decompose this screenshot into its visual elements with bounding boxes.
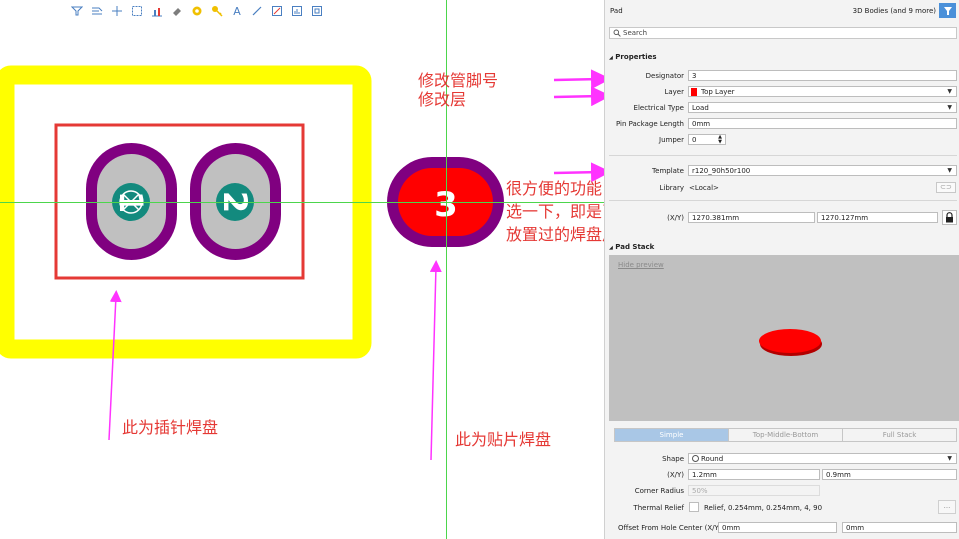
chevron-down-icon: ▼ [947, 88, 952, 95]
jumper-label: Jumper [659, 136, 684, 144]
properties-header[interactable]: ◢ Properties [609, 53, 657, 61]
pad-preview: Hide preview [609, 255, 959, 421]
chevron-down-icon: ▼ [947, 167, 952, 174]
size-xy-label: (X/Y) [667, 471, 684, 479]
designator-input[interactable]: 3 [688, 70, 957, 81]
electrical-type-row: Electrical Type Load ▼ [605, 102, 959, 115]
pad-stack-header[interactable]: ◢ Pad Stack [609, 243, 654, 251]
library-value: <Local> [689, 184, 719, 192]
layer-row: Layer Top Layer ▼ [605, 86, 959, 99]
size-x-input[interactable]: 1.2mm [688, 469, 820, 480]
round-shape-icon [692, 455, 699, 462]
library-row: Library <Local> ⊂⊃ [605, 182, 959, 195]
shape-select[interactable]: Round ▼ [688, 453, 957, 464]
y-location-input[interactable]: 1270.127mm [817, 212, 938, 223]
annotation-through-hole-pad: 此为插针焊盘 [122, 418, 219, 437]
layer-label: Layer [664, 88, 684, 96]
library-label: Library [659, 184, 684, 192]
filter-button[interactable] [939, 3, 956, 18]
arrow-to-template [553, 162, 604, 183]
arrow-to-through-hole-pads [108, 290, 122, 441]
thermal-relief-more-button[interactable]: ... [938, 500, 956, 514]
shape-label: Shape [662, 455, 684, 463]
search-icon [613, 29, 621, 37]
corner-radius-label: Corner Radius [634, 487, 684, 495]
arrow-to-layer [553, 86, 604, 107]
offset-label: Offset From Hole Center (X/Y) [618, 524, 722, 532]
chevron-down-icon: ▼ [947, 455, 952, 462]
size-row: (X/Y) 1.2mm 0.9mm [605, 469, 959, 482]
link-icon: ⊂⊃ [940, 183, 952, 191]
section-divider [609, 155, 957, 156]
search-box[interactable]: Search [609, 27, 957, 39]
tab-full-stack[interactable]: Full Stack [842, 429, 956, 441]
annotation-template-tip-3: 放置过的焊盘尺寸 [506, 225, 604, 244]
annotation-modify-layer: 修改层 [418, 90, 467, 109]
jumper-row: Jumper 0 ▲ ▼ [605, 134, 959, 147]
tab-top-middle-bottom[interactable]: Top-Middle-Bottom [728, 429, 842, 441]
corner-radius-row: Corner Radius 50% [605, 485, 959, 498]
location-row: (X/Y) 1270.381mm 1270.127mm [605, 210, 959, 225]
thermal-relief-checkbox[interactable] [689, 502, 699, 512]
offset-x-input[interactable]: 0mm [718, 522, 837, 533]
shape-row: Shape Round ▼ [605, 453, 959, 466]
pin-package-length-input[interactable]: 0mm [688, 118, 957, 129]
tab-simple[interactable]: Simple [615, 429, 728, 441]
pad-3d-preview [759, 329, 822, 356]
arrow-to-designator [553, 69, 604, 90]
board-outline [0, 65, 372, 359]
jumper-stepper[interactable]: 0 ▲ ▼ [688, 134, 726, 145]
pcb-drawing: 1 2 3 [0, 65, 604, 461]
corner-radius-input[interactable]: 50% [688, 485, 820, 496]
electrical-type-label: Electrical Type [633, 104, 684, 112]
layer-select[interactable]: Top Layer ▼ [688, 86, 957, 97]
annotation-modify-designator: 修改管脚号 [418, 71, 499, 90]
template-row: Template r120_90h50r100 ▼ [605, 165, 959, 178]
unlink-button[interactable]: ⊂⊃ [936, 182, 956, 193]
annotation-template-tip-2: 选一下，即是已经 [506, 202, 604, 221]
collapse-triangle-icon: ◢ [609, 55, 613, 61]
lock-icon [946, 212, 953, 223]
designator-row: Designator 3 [605, 70, 959, 83]
annotation-smd-pad: 此为贴片焊盘 [455, 430, 552, 449]
designator-label: Designator [645, 72, 684, 80]
thermal-relief-label: Thermal Relief [633, 504, 684, 512]
x-location-input[interactable]: 1270.381mm [688, 212, 815, 223]
filter-label: 3D Bodies (and 9 more) [852, 7, 936, 15]
search-placeholder: Search [623, 29, 648, 37]
pad-stack-tabs: Simple Top-Middle-Bottom Full Stack [614, 428, 957, 442]
annotation-template-tip-1: 很方便的功能，点 [506, 179, 604, 198]
location-xy-label: (X/Y) [667, 214, 684, 222]
thermal-relief-value: Relief, 0.254mm, 0.254mm, 4, 90 [704, 504, 823, 512]
stepper-arrows-icon: ▲ ▼ [718, 134, 722, 145]
properties-panel: Pad 3D Bodies (and 9 more) Search ◢ Prop… [604, 0, 959, 539]
template-label: Template [652, 167, 684, 175]
offset-row: Offset From Hole Center (X/Y) 0mm 0mm [605, 521, 959, 534]
template-select[interactable]: r120_90h50r100 ▼ [688, 165, 957, 176]
arrow-to-smd-pad [429, 260, 442, 461]
section-divider [609, 200, 957, 201]
size-y-input[interactable]: 0.9mm [822, 469, 957, 480]
panel-title: Pad [610, 7, 623, 15]
thermal-relief-row: Thermal Relief Relief, 0.254mm, 0.254mm,… [605, 500, 959, 515]
layer-color-swatch [691, 88, 697, 96]
electrical-type-select[interactable]: Load ▼ [688, 102, 957, 113]
offset-y-input[interactable]: 0mm [842, 522, 957, 533]
pcb-canvas[interactable]: A 1 2 3 修改管脚号 修改层 很方便的功能 选一下，即是 放置过的焊盘 此… [0, 0, 604, 539]
lock-button[interactable] [942, 210, 957, 225]
pin-package-length-label: Pin Package Length [615, 120, 684, 128]
collapse-triangle-icon: ◢ [609, 245, 613, 251]
pin-package-length-row: Pin Package Length 0mm [605, 118, 959, 131]
chevron-down-icon: ▼ [947, 104, 952, 111]
filter-funnel-icon [943, 6, 952, 15]
